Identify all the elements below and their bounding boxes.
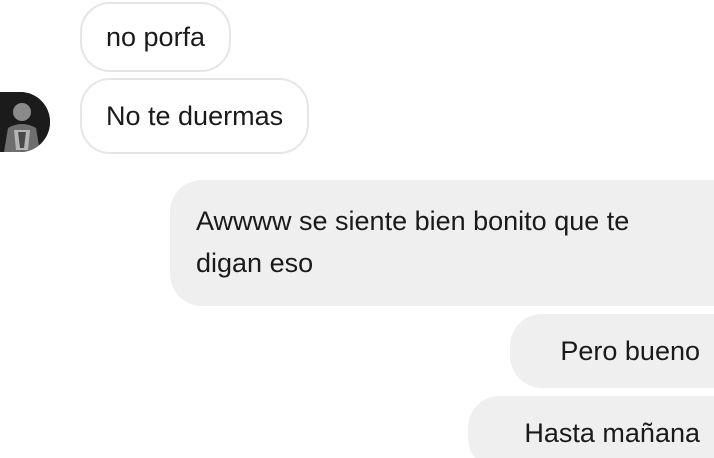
message-text: Pero bueno bbox=[560, 336, 700, 366]
message-text: No te duermas bbox=[106, 101, 284, 131]
outgoing-message-bubble[interactable]: Hasta mañana bbox=[468, 396, 714, 458]
outgoing-message-bubble[interactable]: Awwww se siente bien bonito que te digan… bbox=[170, 180, 714, 306]
message-text: Hasta mañana bbox=[524, 418, 700, 448]
incoming-message-bubble[interactable]: no porfa bbox=[80, 2, 232, 72]
person-silhouette-icon bbox=[0, 92, 50, 152]
chat-thread: no porfa No te duermas Awwww se siente b… bbox=[0, 0, 714, 458]
contact-avatar-icon[interactable] bbox=[0, 92, 50, 152]
incoming-message-bubble[interactable]: No te duermas bbox=[80, 78, 310, 154]
message-text: Awwww se siente bien bonito que te digan… bbox=[196, 206, 630, 278]
outgoing-message-bubble[interactable]: Pero bueno bbox=[510, 314, 714, 388]
message-text: no porfa bbox=[106, 22, 206, 52]
